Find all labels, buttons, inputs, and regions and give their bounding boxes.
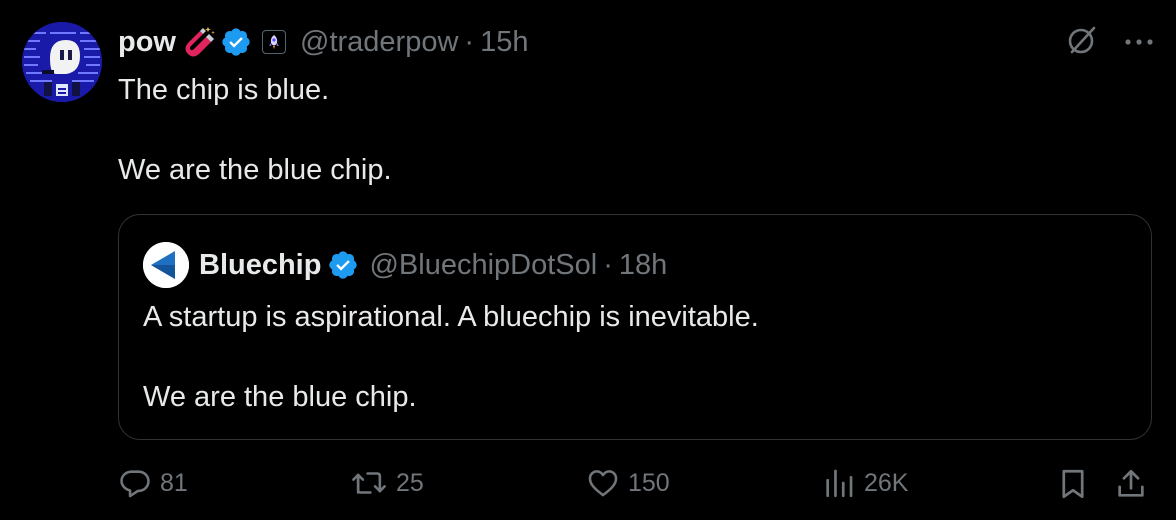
verified-badge-icon[interactable] <box>327 249 359 281</box>
quoted-text-line: We are the blue chip. <box>143 381 417 413</box>
bookmark-icon <box>1062 469 1084 499</box>
like-count: 150 <box>628 468 670 497</box>
post-text-line: The chip is blue. <box>118 74 330 106</box>
magnet-sparkle-emoji-icon <box>178 25 216 59</box>
post-text: The chip is blue. We are the blue chip. <box>118 70 392 190</box>
quoted-post[interactable]: Bluechip @BluechipDotSol · 18h A startup… <box>118 214 1152 440</box>
reply-icon <box>120 470 150 498</box>
grok-icon[interactable] <box>1066 24 1098 61</box>
affiliate-rocket-icon[interactable] <box>262 30 286 54</box>
verified-badge-icon[interactable] <box>220 26 252 58</box>
quoted-text-line: A startup is aspirational. A bluechip is… <box>143 301 759 333</box>
quoted-author-name[interactable]: Bluechip <box>199 249 321 282</box>
top-right-actions <box>1066 24 1154 61</box>
share-button[interactable] <box>1114 466 1148 502</box>
like-button[interactable]: 150 <box>586 466 670 500</box>
reply-count: 81 <box>160 468 188 497</box>
avatar-image <box>22 22 102 102</box>
author-handle[interactable]: @traderpow <box>300 26 458 59</box>
quoted-author-handle[interactable]: @BluechipDotSol <box>369 249 597 282</box>
views-icon <box>826 469 853 498</box>
quoted-post-header: Bluechip @BluechipDotSol · 18h <box>143 241 667 289</box>
post-header: pow @traderpow · 15h <box>118 20 528 64</box>
action-bar: 81 25 150 26K <box>118 466 1158 510</box>
bluechip-logo-icon <box>143 242 189 288</box>
repost-count: 25 <box>396 468 424 497</box>
views-count: 26K <box>864 468 909 497</box>
post-time[interactable]: 15h <box>480 26 528 59</box>
like-icon <box>588 470 618 497</box>
separator-dot: · <box>603 248 613 281</box>
share-icon <box>1118 469 1144 497</box>
quoted-author-avatar[interactable] <box>143 242 189 288</box>
views-button[interactable]: 26K <box>822 466 908 500</box>
quoted-post-time[interactable]: 18h <box>619 249 667 282</box>
reply-button[interactable]: 81 <box>118 466 188 500</box>
tweet[interactable]: pow @traderpow · 15h The chip is blue. W… <box>0 0 1176 520</box>
repost-button[interactable]: 25 <box>350 466 424 500</box>
bookmark-button[interactable] <box>1056 466 1090 502</box>
separator-dot: · <box>464 25 475 58</box>
quoted-post-text: A startup is aspirational. A bluechip is… <box>143 297 759 417</box>
author-avatar[interactable] <box>22 22 102 102</box>
repost-icon <box>352 472 386 494</box>
post-text-line: We are the blue chip. <box>118 154 392 186</box>
more-icon[interactable] <box>1124 34 1154 52</box>
author-name[interactable]: pow <box>118 26 176 59</box>
